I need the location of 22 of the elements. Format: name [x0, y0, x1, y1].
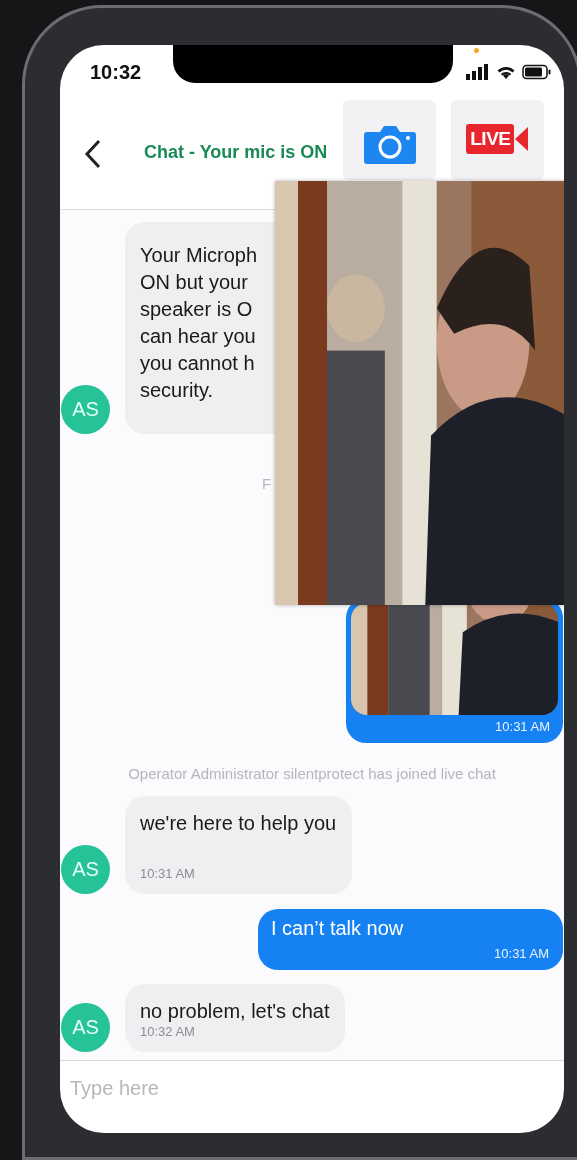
chat-title: Chat - Your mic is ON [144, 142, 328, 163]
live-video-button[interactable]: LIVE [451, 100, 545, 180]
signal-icon [466, 63, 490, 80]
message-text: I can’t talk now [271, 916, 405, 941]
message-time: 10:32 AM [140, 1024, 196, 1040]
avatar: AS [61, 845, 110, 894]
message-time: 10:31 AM [140, 866, 196, 882]
message-input-field[interactable]: Type here [68, 1071, 552, 1105]
status-time: 10:32 [90, 61, 142, 84]
message-text: we're here to help you [140, 811, 337, 836]
camera-button[interactable] [343, 100, 437, 180]
avatar: AS [61, 1003, 110, 1052]
system-message: Operator Administrator silentprotect has joined live chat [128, 765, 496, 782]
mic-indicator-icon [474, 47, 479, 53]
message-text: no problem, let's chat [140, 999, 330, 1024]
avatar: AS [61, 385, 110, 434]
date-separator: F [262, 475, 272, 492]
message-time: 10:31 AM [494, 719, 551, 735]
message-text: Your Microph ON but your speaker is O can hear you you cannot h security. [140, 243, 259, 403]
battery-icon [522, 63, 552, 80]
message-time: 10:31 AM [493, 946, 549, 962]
camera-icon [362, 124, 417, 164]
